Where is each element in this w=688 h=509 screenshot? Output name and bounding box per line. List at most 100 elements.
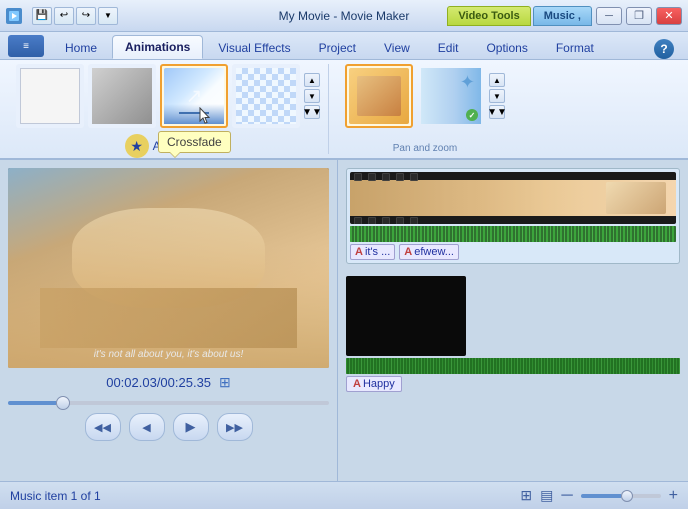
zoom-out-button[interactable]: ─: [561, 487, 572, 505]
panzoom-scroll-up[interactable]: ▲: [489, 73, 505, 87]
tab-options[interactable]: Options: [473, 36, 540, 59]
time-display: 00:02.03/00:25.35 ⊞: [8, 374, 329, 391]
video-frame: [8, 168, 329, 368]
tab-visual-effects[interactable]: Visual Effects: [205, 36, 303, 59]
video-preview: it's not all about you, it's about us!: [8, 168, 329, 368]
zoom-slider[interactable]: [581, 494, 661, 498]
playback-controls: ◀◀ ◀ ▶ ▶▶: [8, 413, 329, 441]
transition-scroll-down[interactable]: ▼: [304, 89, 320, 103]
transition-crossfade[interactable]: ↗: [160, 64, 228, 128]
window-title: My Movie - Movie Maker: [279, 9, 410, 23]
expand-button[interactable]: ⊞: [219, 374, 231, 391]
film-hole: [368, 173, 376, 181]
film-hole: [410, 217, 418, 224]
film-hole: [410, 173, 418, 181]
transition-scroll-up[interactable]: ▲: [304, 73, 320, 87]
video-tools-tab[interactable]: Video Tools: [447, 6, 530, 26]
panzoom-preview1: [349, 68, 409, 124]
title-bar-right: Video Tools Music , ─ ❐ ✕: [447, 6, 682, 26]
status-right: ⊞ ▤ ─ +: [520, 487, 678, 505]
timeline-pane: A it's ... A efwew... A Happy: [338, 160, 688, 481]
restore-button[interactable]: ❐: [626, 7, 652, 25]
seek-bar[interactable]: [8, 401, 329, 405]
app-menu-button[interactable]: ≡: [8, 35, 44, 57]
tooltip-triangle-inner: [170, 152, 180, 157]
step-back-button[interactable]: ◀: [129, 413, 165, 441]
apply-all-icon: ★: [125, 134, 149, 158]
film-hole: [396, 173, 404, 181]
tab-format[interactable]: Format: [543, 36, 607, 59]
app-icon: [6, 8, 22, 24]
film-hole: [382, 217, 390, 224]
second-clip-track: A Happy: [346, 272, 680, 392]
tab-home[interactable]: Home: [52, 36, 110, 59]
preview-pane: it's not all about you, it's about us! 0…: [0, 160, 338, 481]
tab-project[interactable]: Project: [306, 36, 369, 59]
video-caption: it's not all about you, it's about us!: [8, 349, 329, 360]
zoom-thumb: [621, 490, 633, 502]
panzoom-scroll-more[interactable]: ▼▼: [489, 105, 505, 119]
rewind-button[interactable]: ◀◀: [85, 413, 121, 441]
video-audio-track: [350, 226, 676, 242]
save-button[interactable]: 💾: [32, 7, 52, 25]
tab-view[interactable]: View: [371, 36, 423, 59]
step-forward-button[interactable]: ▶▶: [217, 413, 253, 441]
transition-scroll-more[interactable]: ▼▼: [304, 105, 320, 119]
close-button[interactable]: ✕: [656, 7, 682, 25]
panzoom-preview2: ✦ ✓: [421, 68, 481, 124]
film-hole: [396, 217, 404, 224]
film-hole: [382, 173, 390, 181]
transition-checker-preview: [236, 68, 296, 124]
black-clip[interactable]: [346, 276, 466, 356]
transition-items: ↗ ▲ ▼ ▼▼: [16, 64, 320, 128]
timeline-view-icon[interactable]: ▤: [540, 487, 553, 504]
panzoom-items: ✦ ✓ ▲ ▼ ▼▼: [345, 64, 505, 128]
status-bar: Music item 1 of 1 ⊞ ▤ ─ +: [0, 481, 688, 509]
music-tab[interactable]: Music ,: [533, 6, 592, 26]
caption-item-happy[interactable]: A Happy: [346, 376, 402, 392]
status-text: Music item 1 of 1: [10, 489, 101, 503]
title-bar-left: 💾 ↩ ↪ ▼: [6, 7, 118, 25]
film-strip: [350, 172, 676, 224]
panzoom-scroll-down[interactable]: ▼: [489, 89, 505, 103]
caption-item-1[interactable]: A it's ...: [350, 244, 395, 260]
tab-edit[interactable]: Edit: [425, 36, 472, 59]
transition-scroll: ▲ ▼ ▼▼: [304, 73, 320, 119]
video-track: A it's ... A efwew...: [346, 168, 680, 264]
title-bar: 💾 ↩ ↪ ▼ My Movie - Movie Maker Video Too…: [0, 0, 688, 32]
transition-none[interactable]: [16, 64, 84, 128]
ribbon-content: ↗ ▲ ▼ ▼▼ ★ Apply to all Transitions: [0, 60, 688, 160]
transition-fade[interactable]: [88, 64, 156, 128]
transition-checker[interactable]: [232, 64, 300, 128]
zoom-in-button[interactable]: +: [669, 487, 678, 505]
minimize-button[interactable]: ─: [596, 7, 622, 25]
undo-button[interactable]: ↩: [54, 7, 74, 25]
film-hole: [354, 173, 362, 181]
crossfade-tooltip: Crossfade: [158, 131, 231, 153]
tab-animations[interactable]: Animations: [112, 35, 203, 59]
title-bar-controls: 💾 ↩ ↪ ▼: [32, 7, 118, 25]
film-hole: [354, 217, 362, 224]
music-waveform: [346, 358, 680, 374]
transition-fade-preview: [92, 68, 152, 124]
panzoom-scroll: ▲ ▼ ▼▼: [489, 73, 505, 119]
seek-thumb[interactable]: [56, 396, 70, 410]
caption-tracks: A it's ... A efwew...: [350, 244, 676, 260]
panzoom-option1[interactable]: [345, 64, 413, 128]
ribbon-tabs: ≡ Home Animations Visual Effects Project…: [0, 32, 688, 60]
panzoom-label: Pan and zoom: [393, 139, 458, 154]
split-view-icon[interactable]: ⊞: [520, 487, 532, 504]
redo-button[interactable]: ↪: [76, 7, 96, 25]
panzoom-option2[interactable]: ✦ ✓: [417, 64, 485, 128]
transition-none-preview: [20, 68, 80, 124]
dropdown-button[interactable]: ▼: [98, 7, 118, 25]
caption-item-2[interactable]: A efwew...: [399, 244, 459, 260]
main-area: it's not all about you, it's about us! 0…: [0, 160, 688, 481]
panzoom-group: ✦ ✓ ▲ ▼ ▼▼ Pan and zoom: [337, 64, 513, 154]
music-audio-track: [346, 358, 680, 374]
audio-waveform: [350, 226, 676, 242]
help-button[interactable]: ?: [654, 39, 674, 59]
play-button[interactable]: ▶: [173, 413, 209, 441]
film-image: [350, 180, 676, 216]
film-hole: [368, 217, 376, 224]
